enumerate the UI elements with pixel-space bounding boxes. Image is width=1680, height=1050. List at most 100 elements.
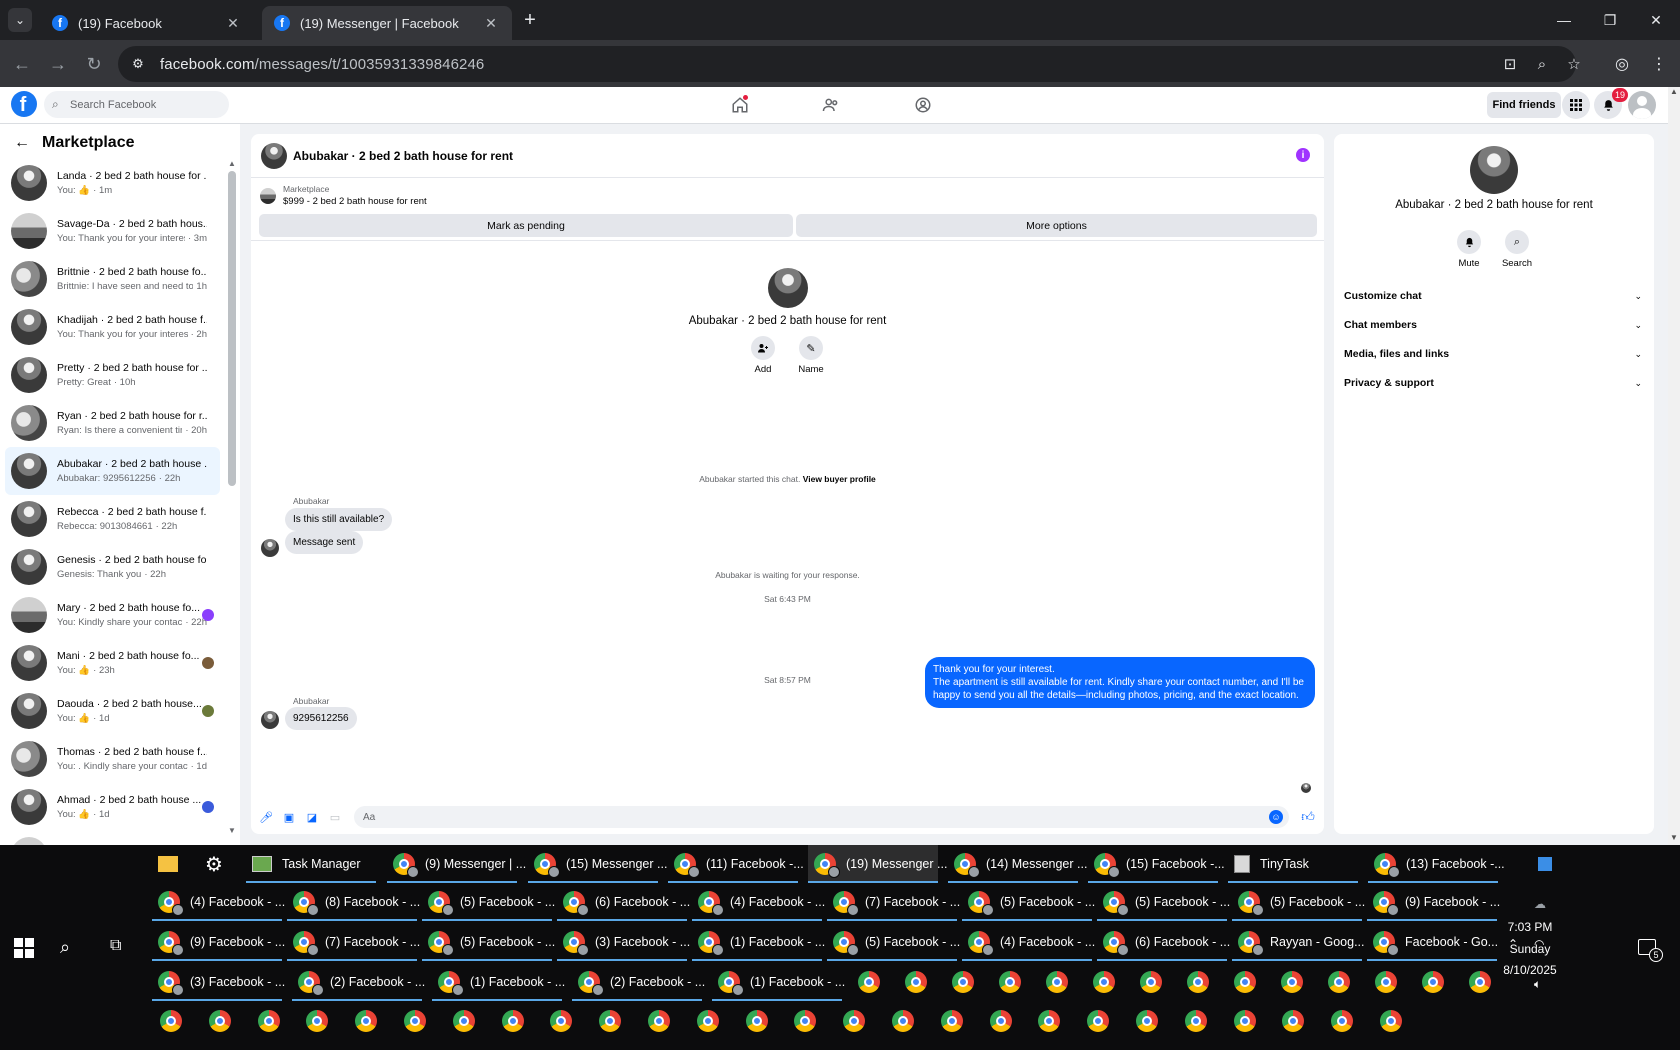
taskbar-chrome-button[interactable] <box>1282 1002 1312 1040</box>
photo-icon[interactable]: ▣ <box>282 810 296 824</box>
taskbar-chrome-button[interactable] <box>355 1002 385 1040</box>
taskbar-chrome-button[interactable] <box>1136 1002 1166 1040</box>
conversation-item[interactable]: Khadijah · 2 bed 2 bath house f... You: T… <box>5 303 220 351</box>
taskbar-window-button[interactable]: (13) Facebook -... <box>1368 845 1505 883</box>
scroll-down-arrow-icon[interactable]: ▼ <box>1668 833 1680 845</box>
media-files-links-row[interactable]: Media, files and links ⌄ <box>1344 343 1642 365</box>
taskbar-window-button[interactable]: (3) Facebook - ... <box>557 923 690 961</box>
taskbar-chrome-button[interactable] <box>1184 1002 1215 1040</box>
taskbar-chrome-button[interactable] <box>1187 963 1217 1001</box>
more-options-button[interactable]: More options <box>796 214 1317 237</box>
conversation-item[interactable]: Pretty · 2 bed 2 bath house for ... Prett… <box>5 351 220 399</box>
sidebar-scrollbar[interactable]: ▲ ▼ <box>228 159 236 835</box>
taskbar-window-button[interactable]: (5) Facebook - ... <box>1097 883 1230 921</box>
taskbar-chrome-button[interactable] <box>257 1002 288 1040</box>
taskbar-chrome-button[interactable] <box>599 1002 629 1040</box>
conversation-item[interactable]: Thomas · 2 bed 2 bath house f... You: . K… <box>5 735 220 783</box>
taskbar-chrome-button[interactable] <box>1233 1002 1264 1040</box>
mute-button[interactable]: Mute <box>1449 230 1489 269</box>
listing-thumbnail[interactable] <box>260 188 276 204</box>
taskbar-chrome-button[interactable] <box>452 1002 483 1040</box>
taskbar-window-button[interactable]: (14) Messenger ... <box>948 845 1087 883</box>
taskbar-chrome-button[interactable] <box>550 1002 580 1040</box>
view-buyer-profile-link[interactable]: View buyer profile <box>803 474 876 484</box>
page-scrollbar[interactable]: ▲ ▼ <box>1668 87 1680 845</box>
taskbar-window-button[interactable]: (19) Messenger ... <box>808 845 947 883</box>
taskbar-window-button[interactable]: (4) Facebook - ... <box>152 883 285 921</box>
taskbar-chrome-button[interactable] <box>306 1002 336 1040</box>
taskbar-window-button[interactable]: (1) Facebook - ... <box>712 963 845 1001</box>
chat-avatar[interactable] <box>261 142 287 169</box>
taskbar-chrome-button[interactable] <box>905 963 935 1001</box>
taskbar-chrome-button[interactable] <box>892 1002 922 1040</box>
taskbar-chrome-button[interactable] <box>745 1002 776 1040</box>
bookmark-star-icon[interactable]: ☆ <box>1560 46 1588 82</box>
taskbar-window-button[interactable]: (7) Facebook - ... <box>287 923 420 961</box>
close-window-button[interactable]: ✕ <box>1633 0 1679 40</box>
taskbar-window-button[interactable]: (9) Facebook - ... <box>152 923 285 961</box>
scroll-up-arrow-icon[interactable]: ▲ <box>1668 87 1680 99</box>
search-facebook-input[interactable]: ⌕ Search Facebook <box>44 91 229 118</box>
taskbar-window-button[interactable]: (5) Facebook - ... <box>962 883 1095 921</box>
facebook-logo-icon[interactable]: f <box>11 91 37 117</box>
menu-grid-icon[interactable] <box>1562 91 1590 119</box>
taskbar-chrome-button[interactable] <box>501 1002 532 1040</box>
friends-nav-button[interactable] <box>801 89 861 121</box>
taskbar-chrome-button[interactable] <box>940 1002 971 1040</box>
mark-as-pending-button[interactable]: Mark as pending <box>259 214 793 237</box>
search-icon[interactable]: ⌕ <box>60 937 84 961</box>
conversation-item[interactable]: Daouda · 2 bed 2 bath house... You: 👍 · 1d <box>5 687 220 735</box>
taskbar-window-button[interactable]: (1) Facebook - ... <box>432 963 565 1001</box>
find-friends-button[interactable]: Find friends <box>1487 92 1561 118</box>
onedrive-cloud-icon[interactable]: ☁ <box>1534 897 1546 911</box>
info-avatar[interactable] <box>1470 146 1518 194</box>
tab-messenger[interactable]: f (19) Messenger | Facebook ✕ <box>262 6 512 40</box>
taskbar-window-button[interactable]: (3) Facebook - ... <box>152 963 285 1001</box>
taskbar-chrome-button[interactable] <box>208 1002 239 1040</box>
back-arrow-icon[interactable]: ← <box>14 134 30 152</box>
customize-chat-row[interactable]: Customize chat ⌄ <box>1344 285 1642 307</box>
settings-gear-icon[interactable]: ⚙ <box>205 845 231 883</box>
account-avatar[interactable] <box>1628 91 1656 119</box>
intro-avatar[interactable] <box>768 268 808 308</box>
taskbar-window-button[interactable]: (2) Facebook - ... <box>292 963 425 1001</box>
taskbar-chrome-button[interactable] <box>1380 1002 1410 1040</box>
taskbar-chrome-button[interactable] <box>1038 1002 1068 1040</box>
search-in-conversation-button[interactable]: ⌕ Search <box>1497 230 1537 269</box>
profile-icon[interactable]: ◎ <box>1608 50 1636 78</box>
tab-search-button[interactable]: ⌄ <box>8 8 32 32</box>
menu-kebab-icon[interactable]: ⋮ <box>1645 50 1673 78</box>
taskbar-chrome-button[interactable] <box>696 1002 727 1040</box>
conversation-item[interactable]: Abubakar · 2 bed 2 bath house ... Abubaka… <box>5 447 220 495</box>
incoming-message[interactable]: 9295612256 <box>285 707 357 730</box>
sender-avatar[interactable] <box>261 539 279 557</box>
taskbar-window-button[interactable]: (9) Messenger | ... <box>387 845 526 883</box>
taskbar-window-button[interactable]: Facebook - Go... <box>1367 923 1498 961</box>
taskbar-chrome-button[interactable] <box>1375 963 1405 1001</box>
microphone-icon[interactable]: 🎤︎ <box>259 810 273 824</box>
taskbar-window-button[interactable]: (6) Facebook - ... <box>557 883 690 921</box>
sender-avatar[interactable] <box>261 711 279 729</box>
taskbar-chrome-button[interactable] <box>858 963 888 1001</box>
taskbar-window-button[interactable]: (15) Facebook -... <box>1088 845 1225 883</box>
restore-button[interactable]: ❐ <box>1587 0 1633 40</box>
taskbar-window-button[interactable]: (15) Messenger ... <box>528 845 667 883</box>
gif-icon[interactable]: ▭ <box>328 810 342 824</box>
taskbar-chrome-button[interactable] <box>1046 963 1076 1001</box>
taskbar-chrome-button[interactable] <box>1140 963 1170 1001</box>
conversation-item[interactable]: Mary · 2 bed 2 bath house fo... You: Kind… <box>5 591 220 639</box>
incoming-message[interactable]: Message sent <box>285 531 364 554</box>
chat-members-row[interactable]: Chat members ⌄ <box>1344 314 1642 336</box>
action-center-icon[interactable]: 5 <box>1638 939 1663 962</box>
taskbar-window-button[interactable]: (2) Facebook - ... <box>572 963 705 1001</box>
conversation-item[interactable]: Brittnie · 2 bed 2 bath house fo... Britt… <box>5 255 220 303</box>
taskbar-chrome-button[interactable] <box>952 963 982 1001</box>
conversation-item[interactable]: Landa · 2 bed 2 bath house for ... You: 👍… <box>5 159 220 207</box>
file-explorer-icon[interactable] <box>158 845 184 883</box>
taskbar-chrome-button[interactable] <box>843 1002 873 1040</box>
install-app-icon[interactable]: ⊡ <box>1496 46 1524 82</box>
new-tab-button[interactable]: + <box>518 8 542 32</box>
address-bar[interactable]: ⚙ facebook.com/messages/t/10035931339846… <box>118 46 1581 82</box>
message-input[interactable]: Aa ☺ <box>354 806 1289 828</box>
taskbar-window-button[interactable]: (11) Facebook -... <box>668 845 804 883</box>
